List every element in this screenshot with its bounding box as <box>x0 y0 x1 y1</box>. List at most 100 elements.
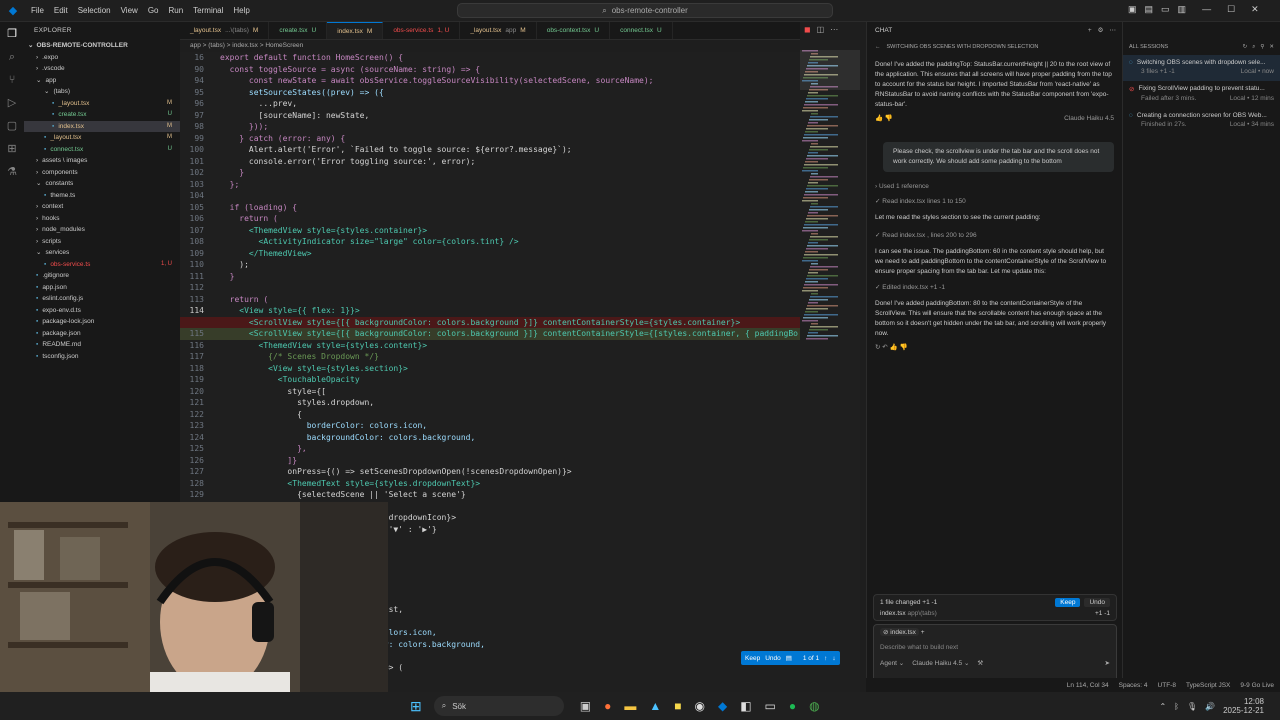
code-line[interactable]: 124 backgroundColor: colors.background, <box>180 432 800 444</box>
app-icon[interactable]: ◧ <box>740 699 751 713</box>
code-line[interactable]: 103 }; <box>180 179 800 191</box>
add-context-icon[interactable]: + <box>921 629 925 636</box>
go-live[interactable]: 9-9 Go Live <box>1240 682 1274 689</box>
tree-item[interactable]: ⌄ (tabs) <box>24 86 180 98</box>
undo-button[interactable]: Undo <box>765 655 781 662</box>
code-line[interactable]: <ScrollView style={[{ backgroundColor: c… <box>180 316 800 328</box>
session-item[interactable]: ◌ Creating a connection screen for OBS We… <box>1123 108 1280 134</box>
code-line[interactable]: 97 [sourceName]: newState, <box>180 110 800 122</box>
tree-item[interactable]: ▪ package-lock.json <box>24 316 180 328</box>
language-mode[interactable]: TypeScript JSX <box>1186 682 1230 689</box>
code-line[interactable]: 115 <ScrollView style={[{ backgroundColo… <box>180 328 800 340</box>
vscode-icon[interactable]: ◆ <box>718 699 727 713</box>
more-actions-icon[interactable]: ⋯ <box>830 25 838 34</box>
tree-item[interactable]: › context <box>24 201 180 213</box>
tools-icon[interactable]: ⚒ <box>977 659 983 667</box>
code-line[interactable]: 105 if (loading) { <box>180 202 800 214</box>
code-line[interactable]: 129 {selectedScene || 'Select a scene'} <box>180 489 800 501</box>
code-line[interactable]: 123 borderColor: colors.icon, <box>180 420 800 432</box>
stop-icon[interactable]: ◼ <box>804 25 811 34</box>
menu-run[interactable]: Run <box>163 6 188 15</box>
tool-edited[interactable]: ✓ Edited index.tsx +1 -1 <box>875 283 1114 293</box>
files-changed[interactable]: 1 file changed +1 -1 <box>880 599 937 606</box>
refresh-icon[interactable]: ↻ <box>1243 44 1248 51</box>
tree-item[interactable]: › hooks <box>24 213 180 225</box>
mic-icon[interactable]: 🎙 <box>1187 702 1197 711</box>
firefox-icon[interactable]: ● <box>604 699 611 713</box>
session-item[interactable]: ◌ Switching OBS scenes with dropdown sele… <box>1123 55 1280 81</box>
run-debug-icon[interactable]: ▷ <box>5 96 19 110</box>
tree-item[interactable]: ▪ create.tsx U <box>24 109 180 121</box>
code-line[interactable]: 95 setSourceStates((prev) => ({ <box>180 87 800 99</box>
code-line[interactable]: 126 ]} <box>180 455 800 467</box>
code-line[interactable]: 121 styles.dropdown, <box>180 397 800 409</box>
code-line[interactable]: 112 <box>180 282 800 294</box>
encoding[interactable]: UTF-8 <box>1158 682 1176 689</box>
code-line[interactable]: 119 <TouchableOpacity <box>180 374 800 386</box>
thumbs-down-icon[interactable]: 👎 <box>885 115 893 122</box>
back-arrow-icon[interactable]: ← <box>875 44 881 50</box>
keep-button[interactable]: Keep <box>745 655 760 662</box>
tree-item[interactable]: ▪ app.json <box>24 282 180 294</box>
volume-icon[interactable]: 🔊 <box>1205 702 1215 711</box>
tab-obsservicets[interactable]: obs-service.ts 1, U <box>383 22 461 39</box>
sidebar-toggle-icon[interactable]: ▤ <box>1145 4 1154 15</box>
code-line[interactable]: 102 } <box>180 167 800 179</box>
tree-item[interactable]: ▪ .gitignore <box>24 270 180 282</box>
tab-connecttsx[interactable]: connect.tsx U <box>610 22 673 39</box>
code-line[interactable]: 128 <ThemedText style={styles.dropdownTe… <box>180 478 800 490</box>
tab-createtsx[interactable]: create.tsx U <box>269 22 328 39</box>
menu-terminal[interactable]: Terminal <box>188 6 228 15</box>
tree-item[interactable]: › node_modules <box>24 224 180 236</box>
menu-help[interactable]: Help <box>228 6 254 15</box>
code-line[interactable]: 116 <ThemedView style={styles.content}> <box>180 340 800 352</box>
sticky-notes-icon[interactable]: ■ <box>674 699 681 713</box>
code-line[interactable]: 117 {/* Scenes Dropdown */} <box>180 351 800 363</box>
indentation[interactable]: Spaces: 4 <box>1119 682 1148 689</box>
explorer-root[interactable]: ⌄ OBS-REMOTE-CONTROLLER <box>24 40 180 52</box>
clock-time[interactable]: 12:08 <box>1223 697 1264 706</box>
explorer-icon[interactable]: ❐ <box>5 27 19 41</box>
code-line[interactable]: 106 return ( <box>180 213 800 225</box>
clock-date[interactable]: 2025-12-21 <box>1223 706 1264 715</box>
code-line[interactable]: 110 ); <box>180 259 800 271</box>
tree-item[interactable]: › scripts <box>24 236 180 248</box>
diff-file-icon[interactable]: ▤ <box>786 654 792 662</box>
code-line[interactable]: 94 const newState = await obsService.tog… <box>180 75 800 87</box>
context-attachment[interactable]: ⊘ index.tsx <box>880 628 919 636</box>
tree-item[interactable]: ▪ _layout.tsx M <box>24 132 180 144</box>
more-icon[interactable]: ⋯ <box>1110 22 1117 40</box>
tree-item[interactable]: ▪ obs-service.ts 1, U <box>24 259 180 271</box>
tree-item[interactable]: › .expo <box>24 52 180 64</box>
cursor-position[interactable]: Ln 114, Col 34 <box>1067 682 1109 689</box>
source-control-icon[interactable]: ⑂ <box>5 73 19 87</box>
windows-start-icon[interactable]: ⊞ <box>410 698 422 715</box>
thumbs-down-icon[interactable]: 👎 <box>899 344 907 351</box>
code-line[interactable]: 98 })); <box>180 121 800 133</box>
code-line[interactable]: 127 onPress={() => setScenesDropdownOpen… <box>180 466 800 478</box>
search-icon[interactable]: ⌕ <box>1252 44 1255 51</box>
chat-input[interactable]: Describe what to build next <box>874 639 1116 656</box>
menu-view[interactable]: View <box>116 6 143 15</box>
code-line[interactable]: 100 Alert.alert('Error', `Failed to togg… <box>180 144 800 156</box>
menu-selection[interactable]: Selection <box>73 6 116 15</box>
model-select[interactable]: Claude Haiku 4.5 ⌄ <box>912 659 969 667</box>
arrow-up-icon[interactable]: ↑ <box>824 655 827 662</box>
thumbs-up-icon[interactable]: 👍 <box>875 115 883 122</box>
tree-item[interactable]: › assets \ images <box>24 155 180 167</box>
tab-obscontexttsx[interactable]: obs-context.tsx U <box>537 22 611 39</box>
extensions-icon[interactable]: ⊞ <box>5 142 19 156</box>
maximize-icon[interactable]: ☐ <box>1227 4 1235 15</box>
settings-icon[interactable]: ⚙ <box>1098 22 1104 40</box>
menu-edit[interactable]: Edit <box>49 6 73 15</box>
code-line[interactable]: 96 ...prev, <box>180 98 800 110</box>
tab-indextsx[interactable]: index.tsx M <box>327 22 384 39</box>
code-line[interactable]: 114 <View style={{ flex: 1}}> <box>180 305 800 317</box>
testing-icon[interactable]: ⚗ <box>5 165 19 179</box>
code-line[interactable]: 90 const toggleSource = async (sourceNam… <box>180 64 800 76</box>
tree-item[interactable]: ▪ index.tsx M <box>24 120 180 132</box>
code-line[interactable]: 113 return ( <box>180 294 800 306</box>
code-line[interactable]: 101 console.error('Error toggling source… <box>180 156 800 168</box>
split-editor-icon[interactable]: ◫ <box>817 25 825 34</box>
tree-item[interactable]: ▪ _layout.tsx M <box>24 98 180 110</box>
